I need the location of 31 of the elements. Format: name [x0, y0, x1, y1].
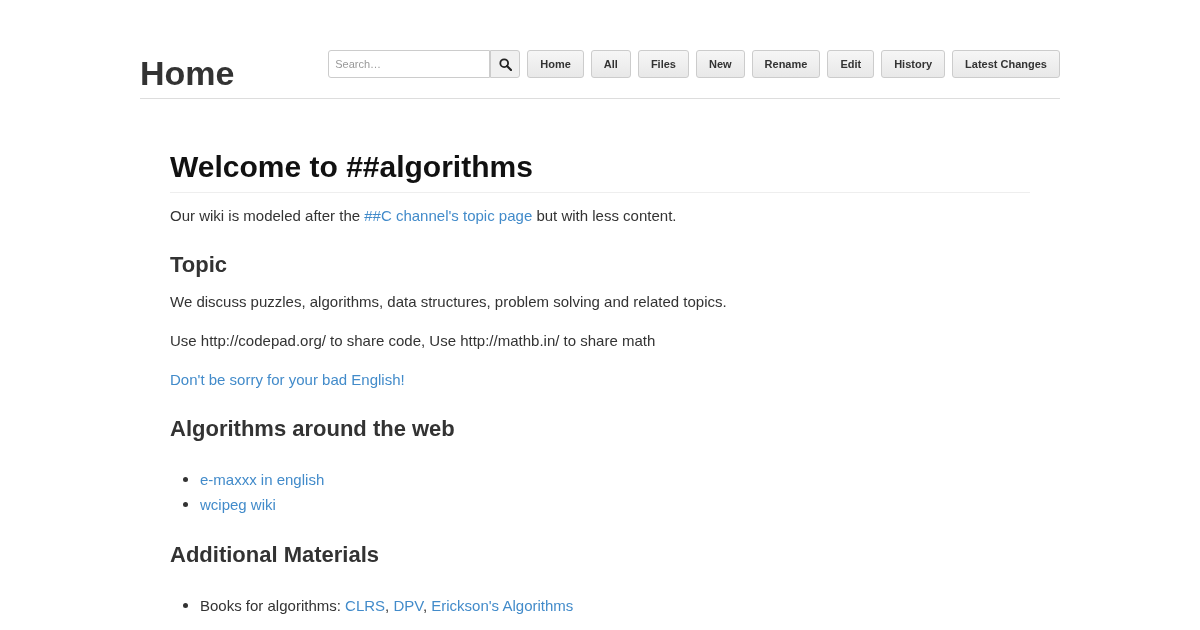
search-button[interactable]	[490, 50, 521, 78]
nav-button[interactable]: New	[695, 50, 745, 78]
body-text: Use http://codepad.org/ to share code, Use http://mathb.in/ to share math	[170, 332, 656, 349]
section-heading: Topic	[170, 251, 229, 279]
link[interactable]: ##C channel's topic page	[364, 207, 533, 224]
link[interactable]: wcipeg wiki	[200, 496, 276, 513]
link[interactable]: e-maxxx in english	[200, 471, 325, 488]
nav-button[interactable]: Edit	[827, 50, 875, 78]
main-heading: Welcome to ##algorithms	[170, 149, 1030, 193]
nav-button[interactable]: History	[881, 50, 946, 78]
link[interactable]: Don't be sorry for your bad English!	[170, 371, 405, 388]
nav-button[interactable]: All	[590, 50, 631, 78]
section-heading: Additional Materials	[170, 541, 381, 569]
search-field[interactable]: Search…	[328, 50, 491, 78]
nav-button[interactable]: Latest Changes	[952, 50, 1060, 78]
link[interactable]: DPV	[393, 597, 423, 614]
search-icon	[498, 57, 512, 71]
nav-button[interactable]: Rename	[751, 50, 821, 78]
body-text: Books for algorithms:	[200, 597, 342, 614]
bullet-icon	[183, 603, 188, 608]
bullet-icon	[183, 502, 188, 507]
body-text: but with less content.	[535, 207, 677, 224]
nav-button[interactable]: Home	[527, 50, 584, 78]
section-heading: Algorithms around the web	[170, 415, 456, 443]
link[interactable]: Erickson's Algorithms	[431, 597, 574, 614]
nav-button[interactable]: Files	[637, 50, 689, 78]
body-text: Our wiki is modeled after the	[170, 207, 362, 224]
page-title: Home	[140, 53, 235, 93]
body-text: We discuss puzzles, algorithms, data structures, problem solving and related topics.	[170, 293, 727, 310]
bullet-icon	[183, 477, 188, 482]
body-text: ,	[385, 597, 391, 614]
